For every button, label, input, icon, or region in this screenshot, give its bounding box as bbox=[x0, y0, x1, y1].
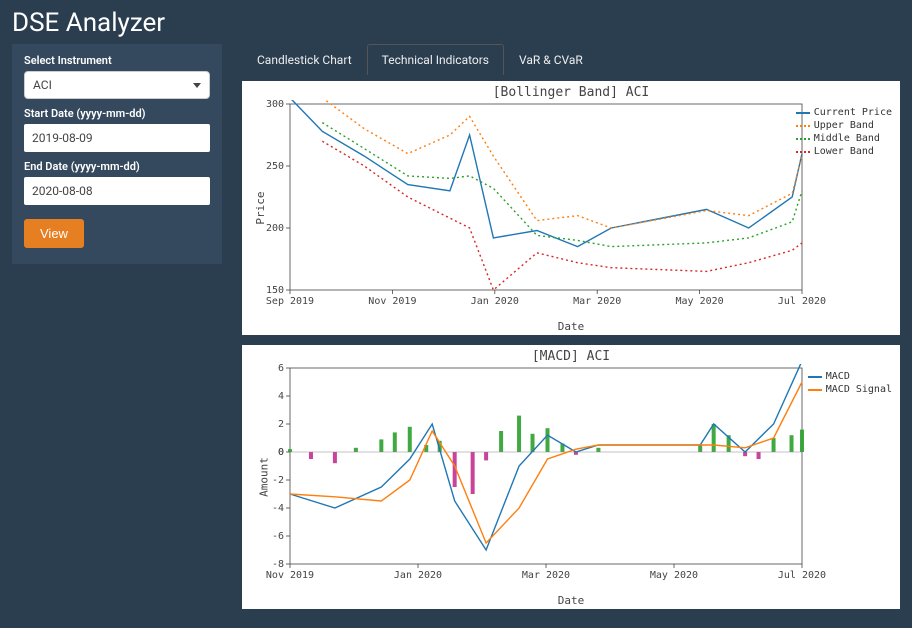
svg-text:Nov 2019: Nov 2019 bbox=[368, 296, 416, 307]
macd-svg: -8 -6 -4 -2 0 2 4 6 Nov 2019 Jan 2020 Mar 2020 May … bbox=[242, 364, 892, 594]
svg-text:300: 300 bbox=[266, 100, 284, 110]
bollinger-legend: Current Price Upper Band Middle Band Lower … bbox=[796, 107, 892, 159]
control-sidebar: Select Instrument ACI Start Date (yyyy-m… bbox=[12, 44, 222, 264]
bollinger-ylabel: Price bbox=[254, 191, 267, 224]
bollinger-chart: [Bollinger Band] ACI Price 150 200 250 300 S… bbox=[242, 81, 900, 335]
start-date-field[interactable] bbox=[24, 124, 210, 152]
tab-technical-indicators[interactable]: Technical Indicators bbox=[367, 44, 504, 75]
instrument-label: Select Instrument bbox=[24, 54, 210, 67]
start-date-label: Start Date (yyyy-mm-dd) bbox=[24, 107, 210, 120]
svg-text:Nov 2019: Nov 2019 bbox=[266, 570, 314, 581]
bollinger-chart-title: [Bollinger Band] ACI bbox=[242, 81, 900, 100]
svg-text:May 2020: May 2020 bbox=[676, 296, 724, 307]
svg-text:4: 4 bbox=[278, 391, 284, 402]
page-title: DSE Analyzer bbox=[12, 8, 900, 38]
end-date-field[interactable] bbox=[24, 177, 210, 205]
svg-text:2: 2 bbox=[278, 419, 284, 430]
svg-text:Mar 2020: Mar 2020 bbox=[573, 296, 621, 307]
svg-text:Jan 2020: Jan 2020 bbox=[394, 570, 442, 581]
legend-entry: Upper Band bbox=[796, 120, 892, 131]
view-button[interactable]: View bbox=[24, 219, 84, 248]
svg-text:Jan 2020: Jan 2020 bbox=[471, 296, 519, 307]
macd-chart-title: [MACD] ACI bbox=[242, 345, 900, 364]
macd-xlabel: Date bbox=[242, 594, 900, 609]
svg-text:-4: -4 bbox=[272, 503, 284, 514]
legend-entry: MACD Signal bbox=[808, 384, 892, 395]
macd-ylabel: Amount bbox=[257, 457, 270, 497]
macd-legend: MACD MACD Signal bbox=[808, 371, 892, 397]
macd-chart: [MACD] ACI Amount -8 -6 -4 -2 0 2 4 6 Nov 2019 Ja… bbox=[242, 345, 900, 609]
tab-bar: Candlestick Chart Technical Indicators V… bbox=[242, 44, 900, 75]
svg-text:Jul 2020: Jul 2020 bbox=[778, 296, 826, 307]
svg-text:200: 200 bbox=[266, 223, 284, 234]
bollinger-xlabel: Date bbox=[242, 320, 900, 335]
main-content: Candlestick Chart Technical Indicators V… bbox=[242, 44, 900, 609]
svg-text:150: 150 bbox=[266, 285, 284, 296]
instrument-select-value: ACI bbox=[33, 78, 52, 92]
legend-entry: Middle Band bbox=[796, 133, 892, 144]
bollinger-svg: 150 200 250 300 Sep 2019 Nov 2019 Jan 2020 Mar … bbox=[242, 100, 892, 320]
legend-entry: Lower Band bbox=[796, 146, 892, 157]
svg-text:Mar 2020: Mar 2020 bbox=[522, 570, 570, 581]
svg-text:-2: -2 bbox=[272, 475, 284, 486]
tab-var-cvar[interactable]: VaR & CVaR bbox=[504, 44, 598, 75]
chevron-down-icon bbox=[193, 83, 201, 88]
end-date-label: End Date (yyyy-mm-dd) bbox=[24, 160, 210, 173]
svg-text:Jul 2020: Jul 2020 bbox=[778, 570, 826, 581]
svg-text:-8: -8 bbox=[272, 559, 284, 570]
legend-entry: MACD bbox=[808, 371, 892, 382]
svg-text:6: 6 bbox=[278, 364, 284, 374]
svg-text:May 2020: May 2020 bbox=[650, 570, 698, 581]
tab-candlestick[interactable]: Candlestick Chart bbox=[242, 44, 367, 75]
svg-text:250: 250 bbox=[266, 161, 284, 172]
svg-text:Sep 2019: Sep 2019 bbox=[266, 296, 314, 307]
app-header: DSE Analyzer bbox=[0, 0, 912, 44]
svg-text:-6: -6 bbox=[272, 531, 284, 542]
legend-entry: Current Price bbox=[796, 107, 892, 118]
svg-text:0: 0 bbox=[278, 447, 284, 458]
instrument-select[interactable]: ACI bbox=[24, 71, 210, 99]
